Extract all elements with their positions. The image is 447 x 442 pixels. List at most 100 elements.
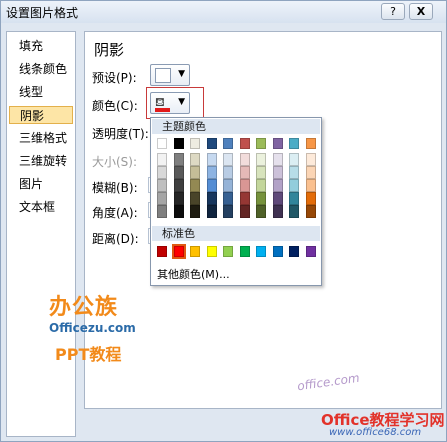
theme-shade-swatch[interactable]	[157, 166, 167, 179]
theme-shade-swatch[interactable]	[206, 153, 217, 166]
shadow-preset-icon	[155, 68, 171, 83]
close-button[interactable]: X	[409, 3, 433, 20]
theme-shade-swatch[interactable]	[305, 179, 316, 192]
theme-shade-swatch[interactable]	[272, 179, 283, 192]
theme-color-swatch[interactable]	[223, 138, 233, 149]
standard-color-swatch[interactable]	[206, 246, 217, 257]
nav-item-3d-rotation[interactable]: 三维旋转	[9, 152, 73, 170]
theme-shade-swatch[interactable]	[206, 192, 217, 205]
theme-shade-swatch[interactable]	[239, 179, 250, 192]
theme-shade-swatch[interactable]	[173, 179, 184, 192]
theme-shade-swatch[interactable]	[173, 153, 184, 166]
theme-shade-swatch[interactable]	[305, 166, 316, 179]
color-picker-popup: 主题颜色 标准色 其他颜色(M)...	[150, 117, 322, 286]
theme-shade-swatch[interactable]	[305, 153, 316, 166]
format-picture-dialog: 设置图片格式 ? X 填充 线条颜色 线型 阴影 三维格式 三维旋转 图片 文本…	[0, 0, 447, 442]
theme-shade-swatch[interactable]	[206, 166, 217, 179]
logo-text: 办公族	[49, 295, 119, 320]
theme-shade-swatch[interactable]	[190, 205, 200, 218]
nav-item-3d-format[interactable]: 三维格式	[9, 129, 73, 147]
theme-shade-swatch[interactable]	[157, 192, 167, 205]
theme-shade-swatch[interactable]	[223, 205, 233, 218]
theme-shade-swatch[interactable]	[157, 205, 167, 218]
theme-shade-swatch[interactable]	[239, 153, 250, 166]
theme-color-swatch[interactable]	[239, 138, 250, 149]
blur-label: 模糊(B):	[92, 181, 138, 195]
theme-shade-swatch[interactable]	[289, 166, 299, 179]
theme-shade-swatch[interactable]	[206, 179, 217, 192]
nav-item-fill[interactable]: 填充	[9, 37, 73, 55]
theme-shade-swatch[interactable]	[239, 192, 250, 205]
theme-shade-swatch[interactable]	[289, 205, 299, 218]
distance-label: 距离(D):	[92, 232, 139, 246]
standard-color-swatch[interactable]	[289, 246, 299, 257]
theme-shade-swatch[interactable]	[289, 153, 299, 166]
standard-color-swatch[interactable]	[256, 246, 266, 257]
dialog-title: 设置图片格式	[6, 6, 79, 20]
theme-shade-swatch[interactable]	[272, 166, 283, 179]
title-bar: 设置图片格式 ? X	[1, 1, 446, 23]
theme-shade-swatch[interactable]	[305, 192, 316, 205]
theme-shade-swatch[interactable]	[190, 153, 200, 166]
standard-color-swatch[interactable]	[223, 246, 233, 257]
theme-shade-swatch[interactable]	[223, 179, 233, 192]
preset-dropdown[interactable]: ▼	[150, 64, 190, 86]
theme-shade-swatch[interactable]	[256, 153, 266, 166]
theme-shade-swatch[interactable]	[289, 192, 299, 205]
theme-color-swatch[interactable]	[305, 138, 316, 149]
chevron-down-icon: ▼	[178, 69, 185, 79]
theme-shade-swatch[interactable]	[173, 166, 184, 179]
theme-shade-swatch[interactable]	[173, 192, 184, 205]
theme-shade-swatch[interactable]	[272, 153, 283, 166]
standard-color-swatch[interactable]	[305, 246, 316, 257]
logo-url: Officezu.com	[49, 321, 136, 335]
highlight-box	[146, 87, 204, 119]
nav-item-line-style[interactable]: 线型	[9, 83, 73, 101]
theme-shade-swatch[interactable]	[223, 166, 233, 179]
theme-shade-swatch[interactable]	[157, 153, 167, 166]
theme-color-swatch[interactable]	[173, 138, 184, 149]
theme-shade-swatch[interactable]	[173, 205, 184, 218]
standard-color-swatch[interactable]	[190, 246, 200, 257]
color-label: 颜色(C):	[92, 99, 138, 113]
nav-item-text-box[interactable]: 文本框	[9, 198, 73, 216]
theme-shade-swatch[interactable]	[256, 205, 266, 218]
nav-item-line-color[interactable]: 线条颜色	[9, 60, 73, 78]
standard-color-swatch[interactable]	[171, 244, 186, 259]
theme-color-swatch[interactable]	[190, 138, 200, 149]
theme-shade-swatch[interactable]	[223, 153, 233, 166]
theme-color-swatch[interactable]	[256, 138, 266, 149]
theme-shade-swatch[interactable]	[206, 205, 217, 218]
theme-shade-swatch[interactable]	[305, 205, 316, 218]
standard-color-swatch[interactable]	[157, 246, 167, 257]
category-list: 填充 线条颜色 线型 阴影 三维格式 三维旋转 图片 文本框	[6, 31, 76, 437]
more-colors-item[interactable]: 其他颜色(M)...	[157, 266, 230, 282]
theme-color-swatch[interactable]	[272, 138, 283, 149]
theme-shade-swatch[interactable]	[239, 205, 250, 218]
theme-shade-swatch[interactable]	[256, 179, 266, 192]
size-label: 大小(S):	[92, 155, 138, 169]
theme-shade-swatch[interactable]	[256, 166, 266, 179]
nav-item-picture[interactable]: 图片	[9, 175, 73, 193]
section-title: 阴影	[94, 41, 125, 59]
theme-color-swatch[interactable]	[157, 138, 167, 149]
theme-shade-swatch[interactable]	[239, 166, 250, 179]
standard-color-swatch[interactable]	[272, 246, 283, 257]
preset-label: 预设(P):	[92, 71, 137, 85]
theme-shade-swatch[interactable]	[256, 192, 266, 205]
standard-color-swatch[interactable]	[239, 246, 250, 257]
theme-shade-swatch[interactable]	[272, 205, 283, 218]
theme-colors-header: 主题颜色	[152, 119, 320, 134]
nav-item-shadow[interactable]: 阴影	[9, 106, 73, 124]
theme-color-swatch[interactable]	[206, 138, 217, 149]
theme-shade-swatch[interactable]	[272, 192, 283, 205]
watermark-site-url: www.office68.com	[329, 427, 422, 438]
theme-shade-swatch[interactable]	[190, 166, 200, 179]
theme-color-swatch[interactable]	[289, 138, 299, 149]
theme-shade-swatch[interactable]	[190, 179, 200, 192]
theme-shade-swatch[interactable]	[190, 192, 200, 205]
help-button[interactable]: ?	[381, 3, 405, 20]
theme-shade-swatch[interactable]	[157, 179, 167, 192]
theme-shade-swatch[interactable]	[223, 192, 233, 205]
theme-shade-swatch[interactable]	[289, 179, 299, 192]
